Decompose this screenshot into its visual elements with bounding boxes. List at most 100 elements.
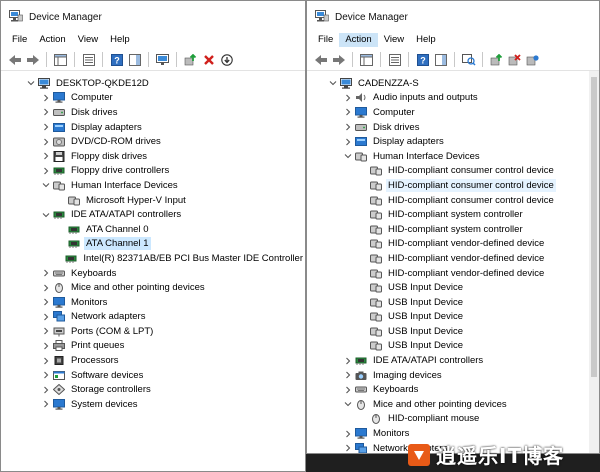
expand-chevron-icon[interactable] — [41, 152, 50, 161]
tree-device[interactable]: USB Input Device — [307, 324, 599, 339]
collapse-chevron-icon[interactable] — [41, 181, 50, 190]
tree-category[interactable]: Processors — [1, 353, 305, 368]
collapse-chevron-icon[interactable] — [343, 152, 352, 161]
menu-file[interactable]: File — [312, 33, 339, 47]
expand-chevron-icon[interactable] — [41, 371, 50, 380]
expand-chevron-icon[interactable] — [343, 444, 352, 453]
expand-chevron-icon[interactable] — [343, 137, 352, 146]
expand-chevron-icon[interactable] — [343, 93, 352, 102]
expand-chevron-icon[interactable] — [41, 123, 50, 132]
expand-chevron-icon[interactable] — [343, 108, 352, 117]
expand-chevron-icon[interactable] — [41, 327, 50, 336]
tree-device[interactable]: HID-compliant vendor-defined device — [307, 251, 599, 266]
tree-category[interactable]: Human Interface Devices — [1, 178, 305, 193]
tree-device[interactable]: HID-compliant vendor-defined device — [307, 237, 599, 252]
tree-device[interactable]: Intel(R) 82371AB/EB PCI Bus Master IDE C… — [1, 251, 305, 266]
expand-chevron-icon[interactable] — [343, 385, 352, 394]
menu-action[interactable]: Action — [33, 33, 71, 47]
tree-device[interactable]: USB Input Device — [307, 280, 599, 295]
expand-chevron-icon[interactable] — [343, 429, 352, 438]
expand-chevron-icon[interactable] — [41, 356, 50, 365]
uninstall-device-icon[interactable] — [201, 52, 216, 67]
tree-category[interactable]: Keyboards — [1, 266, 305, 281]
forward-icon[interactable] — [331, 52, 346, 67]
help-icon[interactable]: ? — [109, 52, 124, 67]
tree-category[interactable]: Disk drives — [1, 105, 305, 120]
tree-device[interactable]: HID-compliant consumer control device — [307, 164, 599, 179]
action-pane-icon[interactable] — [433, 52, 448, 67]
tree-category[interactable]: Audio inputs and outputs — [307, 91, 599, 106]
menu-file[interactable]: File — [6, 33, 33, 47]
download-icon[interactable] — [219, 52, 234, 67]
tree-category[interactable]: Print queues — [1, 339, 305, 354]
tree-device[interactable]: Microsoft Hyper-V Input — [1, 193, 305, 208]
tree-category[interactable]: Mice and other pointing devices — [307, 397, 599, 412]
tree-category[interactable]: Ports (COM & LPT) — [1, 324, 305, 339]
menu-action[interactable]: Action — [339, 33, 378, 47]
tree-device[interactable]: HID-compliant system controller — [307, 222, 599, 237]
tree-device[interactable]: ATA Channel 0 — [1, 222, 305, 237]
expand-chevron-icon[interactable] — [41, 312, 50, 321]
tree-category[interactable]: Computer — [1, 91, 305, 106]
expand-chevron-icon[interactable] — [41, 137, 50, 146]
tree-category[interactable]: System devices — [1, 397, 305, 412]
expand-chevron-icon[interactable] — [41, 341, 50, 350]
tree-category[interactable]: Computer — [307, 105, 599, 120]
collapse-chevron-icon[interactable] — [26, 79, 35, 88]
tree-category[interactable]: Storage controllers — [1, 382, 305, 397]
properties-icon[interactable] — [387, 52, 402, 67]
menu-view[interactable]: View — [72, 33, 104, 47]
tree-category[interactable]: Software devices — [1, 368, 305, 383]
scan-hardware-changes-icon[interactable] — [155, 52, 170, 67]
tree-category[interactable]: Floppy drive controllers — [1, 164, 305, 179]
tree-device[interactable]: ATA Channel 1 — [1, 237, 305, 252]
action-pane-icon[interactable] — [127, 52, 142, 67]
expand-chevron-icon[interactable] — [41, 93, 50, 102]
tree-root[interactable]: CADENZZA-S — [307, 76, 599, 91]
tree-category[interactable]: Network adapters — [1, 310, 305, 325]
tree-device[interactable]: HID-compliant consumer control device — [307, 193, 599, 208]
expand-chevron-icon[interactable] — [41, 385, 50, 394]
collapse-chevron-icon[interactable] — [328, 79, 337, 88]
title-bar[interactable]: Device Manager — [307, 1, 599, 33]
menu-view[interactable]: View — [378, 33, 410, 47]
scan-hardware-changes-icon[interactable] — [461, 52, 476, 67]
tree-device[interactable]: USB Input Device — [307, 339, 599, 354]
tree-category[interactable]: IDE ATA/ATAPI controllers — [307, 353, 599, 368]
scrollbar-thumb[interactable] — [591, 77, 597, 377]
tree-category[interactable]: Disk drives — [307, 120, 599, 135]
properties-icon[interactable] — [81, 52, 96, 67]
tree-device[interactable]: USB Input Device — [307, 295, 599, 310]
expand-chevron-icon[interactable] — [41, 269, 50, 278]
expand-chevron-icon[interactable] — [41, 283, 50, 292]
tree-category[interactable]: Floppy disk drives — [1, 149, 305, 164]
tree-category[interactable]: Keyboards — [307, 382, 599, 397]
tree-device[interactable]: HID-compliant vendor-defined device — [307, 266, 599, 281]
title-bar[interactable]: Device Manager — [1, 1, 305, 33]
expand-chevron-icon[interactable] — [343, 371, 352, 380]
tree-category[interactable]: Display adapters — [307, 134, 599, 149]
tree-device[interactable]: HID-compliant consumer control device — [307, 178, 599, 193]
show-hide-console-tree-icon[interactable] — [53, 52, 68, 67]
expand-chevron-icon[interactable] — [41, 108, 50, 117]
expand-chevron-icon[interactable] — [343, 356, 352, 365]
tree-category[interactable]: DVD/CD-ROM drives — [1, 134, 305, 149]
tree-category[interactable]: Imaging devices — [307, 368, 599, 383]
tree-root[interactable]: DESKTOP-QKDE12D — [1, 76, 305, 91]
disable-device-icon[interactable] — [507, 52, 522, 67]
tree-device[interactable]: HID-compliant mouse — [307, 412, 599, 427]
expand-chevron-icon[interactable] — [41, 400, 50, 409]
menu-help[interactable]: Help — [104, 33, 136, 47]
expand-chevron-icon[interactable] — [41, 298, 50, 307]
tree-category[interactable]: Mice and other pointing devices — [1, 280, 305, 295]
tree-category[interactable]: IDE ATA/ATAPI controllers — [1, 207, 305, 222]
tree-device[interactable]: HID-compliant system controller — [307, 207, 599, 222]
back-icon[interactable] — [313, 52, 328, 67]
tree-device[interactable]: USB Input Device — [307, 310, 599, 325]
vertical-scrollbar[interactable] — [589, 71, 599, 453]
update-driver-icon[interactable] — [183, 52, 198, 67]
tree-category[interactable]: Human Interface Devices — [307, 149, 599, 164]
tree-category[interactable]: Monitors — [1, 295, 305, 310]
collapse-chevron-icon[interactable] — [41, 210, 50, 219]
collapse-chevron-icon[interactable] — [343, 400, 352, 409]
